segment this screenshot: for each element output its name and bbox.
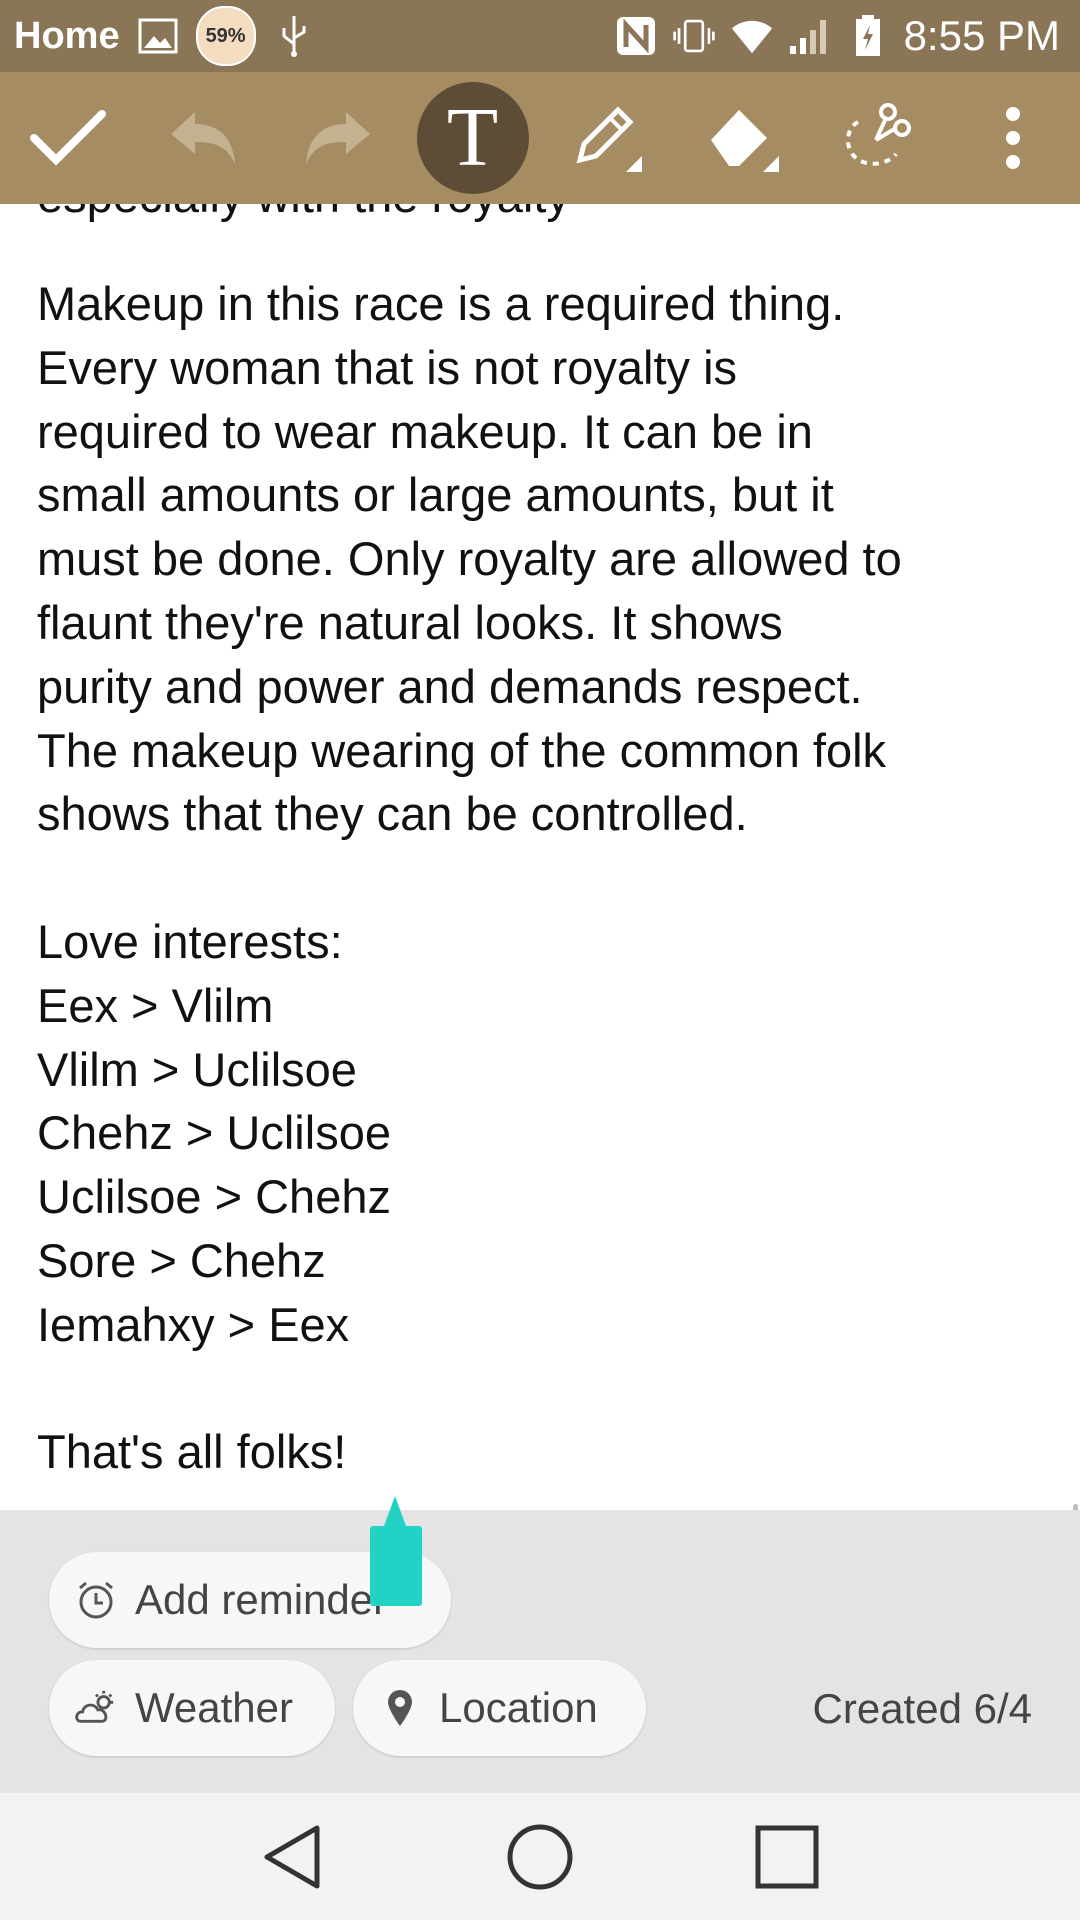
- note-toolbar: T: [0, 72, 1080, 204]
- note-info-panel: Add reminder Weather Location Created 6/…: [0, 1510, 1080, 1793]
- love-line: Iemahxy > Eex: [37, 1297, 350, 1351]
- note-text[interactable]: Makeup in this race is a required thing.…: [37, 272, 1047, 1484]
- home-icon: [507, 1824, 573, 1889]
- weather-icon: [75, 1687, 117, 1729]
- alarm-clock-icon: [75, 1579, 117, 1621]
- nfc-icon: [614, 14, 658, 58]
- love-line: Chehz > Uclilsoe: [37, 1106, 391, 1160]
- undo-button[interactable]: [147, 82, 259, 194]
- love-line: Eex > Vlilm: [37, 978, 274, 1032]
- wifi-icon: [730, 14, 774, 58]
- weather-label: Weather: [135, 1684, 293, 1731]
- text-tool-icon: T: [446, 91, 499, 184]
- text-cursor-handle[interactable]: [368, 1496, 424, 1608]
- battery-charging-icon: [846, 14, 890, 58]
- add-reminder-label: Add reminder: [135, 1576, 388, 1623]
- location-label: Location: [439, 1684, 598, 1731]
- note-partial-line: especially with the royalty: [37, 204, 570, 228]
- status-time: 8:55 PM: [903, 12, 1060, 59]
- navigation-bar: [0, 1793, 1080, 1920]
- vibrate-icon: [672, 14, 716, 58]
- love-line: Uclilsoe > Chehz: [37, 1170, 391, 1224]
- love-line: Sore > Chehz: [37, 1233, 326, 1287]
- pen-tool-button[interactable]: [552, 82, 664, 194]
- created-date: Created 6/4: [812, 1685, 1032, 1732]
- note-paragraph-makeup: Makeup in this race is a required thing.…: [37, 277, 902, 841]
- status-home-label: Home: [14, 14, 120, 57]
- text-tool-button[interactable]: T: [416, 82, 529, 194]
- lasso-cut-icon: [845, 103, 911, 166]
- image-icon: [136, 14, 180, 58]
- love-interests-heading: Love interests:: [37, 914, 343, 968]
- note-closing-line: That's all folks!: [37, 1425, 347, 1479]
- eraser-tool-button[interactable]: [687, 82, 799, 194]
- location-button[interactable]: Location: [353, 1660, 646, 1756]
- redo-button[interactable]: [282, 82, 394, 194]
- usb-icon: [272, 14, 316, 58]
- signal-icon: [788, 14, 832, 58]
- more-options-button[interactable]: [957, 82, 1069, 194]
- pen-icon: [576, 106, 642, 172]
- recents-button[interactable]: [742, 1812, 832, 1902]
- back-icon: [264, 1825, 320, 1888]
- eraser-icon: [710, 110, 779, 172]
- weather-button[interactable]: Weather: [49, 1660, 335, 1756]
- lasso-cut-button[interactable]: [822, 82, 934, 194]
- recents-icon: [755, 1825, 819, 1888]
- love-line: Vlilm > Uclilsoe: [37, 1042, 357, 1096]
- more-vert-icon: [1005, 107, 1020, 169]
- redo-icon: [305, 112, 370, 164]
- home-button[interactable]: [495, 1812, 585, 1902]
- note-editor[interactable]: especially with the royalty Makeup in th…: [0, 204, 1080, 1510]
- check-icon: [29, 110, 106, 166]
- avatar-icon: 59%: [195, 6, 256, 66]
- back-button[interactable]: [248, 1812, 338, 1902]
- undo-icon: [170, 112, 235, 164]
- status-bar: Home 59% 8:55 PM: [0, 0, 1080, 72]
- done-button[interactable]: [12, 82, 124, 194]
- location-pin-icon: [379, 1687, 421, 1729]
